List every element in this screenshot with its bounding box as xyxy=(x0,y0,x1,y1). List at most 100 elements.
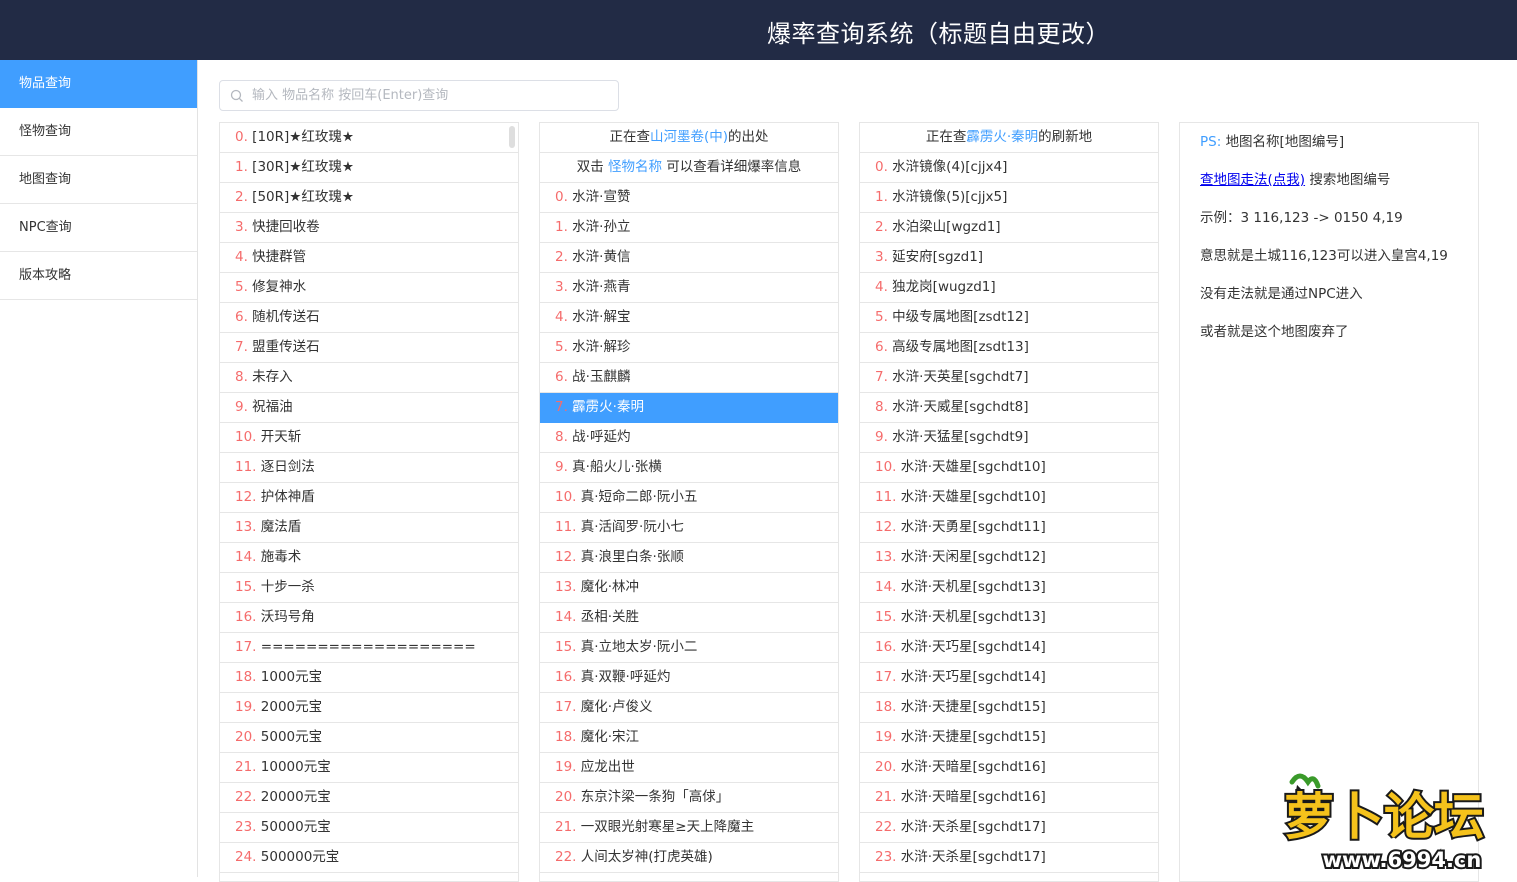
item-list-row[interactable]: 1. [30R]★红玫瑰★ xyxy=(220,153,518,183)
item-list-row[interactable]: 11. 逐日剑法 xyxy=(220,453,518,483)
item-list-row[interactable]: 9. 祝福油 xyxy=(220,393,518,423)
map-list-row[interactable]: 18. 水浒·天捷星[sgchdt15] xyxy=(860,693,1158,723)
sidebar-item-map-query[interactable]: 地图查询 xyxy=(0,156,197,204)
row-label: 快捷回收卷 xyxy=(252,219,320,235)
monster-list-row[interactable]: 1. 水浒·孙立 xyxy=(540,213,838,243)
header-item-name: 山河墨卷(中) xyxy=(649,129,729,145)
scrollbar-thumb[interactable] xyxy=(509,126,515,148)
row-label: 水浒镜像(4)[cjjx4] xyxy=(892,159,1008,175)
map-list-row[interactable]: 8. 水浒·天威星[sgchdt8] xyxy=(860,393,1158,423)
map-list-row[interactable]: 10. 水浒·天雄星[sgchdt10] xyxy=(860,453,1158,483)
item-list-row[interactable]: 12. 护体神盾 xyxy=(220,483,518,513)
monster-list-row[interactable]: 3. 水浒·燕青 xyxy=(540,273,838,303)
sidebar-item-monster-query[interactable]: 怪物查询 xyxy=(0,108,197,156)
row-index: 19. xyxy=(235,699,261,715)
row-label: 随机传送石 xyxy=(252,309,320,325)
monster-list-row[interactable]: 21. 一双眼光射寒星≥天上降魔主 xyxy=(540,813,838,843)
sidebar-item-item-query[interactable]: 物品查询 xyxy=(0,60,197,108)
map-list-row[interactable]: 21. 水浒·天暗星[sgchdt16] xyxy=(860,783,1158,813)
map-list-row[interactable]: 20. 水浒·天暗星[sgchdt16] xyxy=(860,753,1158,783)
row-label: 10000元宝 xyxy=(260,759,331,775)
monster-list-row[interactable]: 13. 魔化·林冲 xyxy=(540,573,838,603)
monster-list-row[interactable]: 20. 东京汴梁一条狗「高俅」 xyxy=(540,783,838,813)
map-list-row[interactable]: 14. 水浒·天机星[sgchdt13] xyxy=(860,573,1158,603)
item-list-row[interactable]: 23. 50000元宝 xyxy=(220,813,518,843)
monster-list-row[interactable]: 15. 真·立地太岁·阮小二 xyxy=(540,633,838,663)
item-list-row[interactable]: 16. 沃玛号角 xyxy=(220,603,518,633)
monster-list-row[interactable]: 0. 水浒·宣赞 xyxy=(540,183,838,213)
item-list-row[interactable]: 14. 施毒术 xyxy=(220,543,518,573)
map-list-row[interactable]: 1. 水浒镜像(5)[cjjx5] xyxy=(860,183,1158,213)
sidebar-item-guide[interactable]: 版本攻略 xyxy=(0,252,197,300)
item-list-row[interactable]: 24. 500000元宝 xyxy=(220,843,518,873)
map-list-row[interactable]: 23. 水浒·天杀星[sgchdt17] xyxy=(860,843,1158,873)
item-list-row[interactable]: 19. 2000元宝 xyxy=(220,693,518,723)
monster-list-row[interactable]: 9. 真·船火儿·张横 xyxy=(540,453,838,483)
monster-list-row[interactable]: 4. 水浒·解宝 xyxy=(540,303,838,333)
monster-list-row[interactable]: 6. 战·玉麒麟 xyxy=(540,363,838,393)
monster-list-row[interactable]: 18. 魔化·宋江 xyxy=(540,723,838,753)
monster-list-row[interactable]: 8. 战·呼延灼 xyxy=(540,423,838,453)
map-list-row[interactable]: 15. 水浒·天机星[sgchdt13] xyxy=(860,603,1158,633)
item-list-row[interactable]: 13. 魔法盾 xyxy=(220,513,518,543)
item-list-row[interactable]: 21. 10000元宝 xyxy=(220,753,518,783)
search-input[interactable] xyxy=(252,81,612,110)
item-list-row[interactable]: 20. 5000元宝 xyxy=(220,723,518,753)
monster-list-row[interactable]: 12. 真·浪里白条·张顺 xyxy=(540,543,838,573)
row-index: 16. xyxy=(555,669,581,685)
monster-list-row[interactable]: 22. 人间太岁神(打虎英雄) xyxy=(540,843,838,873)
map-list-row[interactable]: 0. 水浒镜像(4)[cjjx4] xyxy=(860,153,1158,183)
monster-list-row[interactable]: 5. 水浒·解珍 xyxy=(540,333,838,363)
map-route-link[interactable]: 查地图走法(点我) xyxy=(1200,172,1305,188)
item-list-row[interactable]: 7. 盟重传送石 xyxy=(220,333,518,363)
item-list-row[interactable]: 15. 十步一杀 xyxy=(220,573,518,603)
map-list-row[interactable]: 12. 水浒·天勇星[sgchdt11] xyxy=(860,513,1158,543)
monster-list-row[interactable]: 16. 真·双鞭·呼延灼 xyxy=(540,663,838,693)
map-list-row[interactable]: 3. 延安府[sgzd1] xyxy=(860,243,1158,273)
item-list-row[interactable]: 5. 修复神水 xyxy=(220,273,518,303)
monster-list-row[interactable]: 14. 丞相·关胜 xyxy=(540,603,838,633)
item-list-row[interactable]: 6. 随机传送石 xyxy=(220,303,518,333)
map-list-row[interactable]: 9. 水浒·天猛星[sgchdt9] xyxy=(860,423,1158,453)
map-list-row[interactable]: 2. 水泊梁山[wgzd1] xyxy=(860,213,1158,243)
sidebar-item-npc-query[interactable]: NPC查询 xyxy=(0,204,197,252)
item-list-row[interactable]: 4. 快捷群管 xyxy=(220,243,518,273)
item-list-row[interactable]: 22. 20000元宝 xyxy=(220,783,518,813)
search-box[interactable] xyxy=(219,80,619,111)
row-label: 修复神水 xyxy=(252,279,307,295)
row-label: 战·呼延灼 xyxy=(572,429,631,445)
map-list-row[interactable]: 19. 水浒·天捷星[sgchdt15] xyxy=(860,723,1158,753)
item-list-row[interactable]: 0. [10R]★红玫瑰★ xyxy=(220,123,518,153)
item-list-row[interactable]: 2. [50R]★红玫瑰★ xyxy=(220,183,518,213)
row-label: =================== xyxy=(260,639,476,655)
item-list-row[interactable]: 10. 开天斩 xyxy=(220,423,518,453)
item-list-row[interactable]: 8. 未存入 xyxy=(220,363,518,393)
monster-list-row[interactable]: 11. 真·活阎罗·阮小七 xyxy=(540,513,838,543)
map-list-row[interactable]: 4. 独龙岗[wugzd1] xyxy=(860,273,1158,303)
row-label: 中级专属地图[zsdt12] xyxy=(892,309,1029,325)
map-list-row[interactable]: 16. 水浒·天巧星[sgchdt14] xyxy=(860,633,1158,663)
row-index: 7. xyxy=(235,339,253,355)
monster-list-row[interactable]: 17. 魔化·卢俊义 xyxy=(540,693,838,723)
row-index: 9. xyxy=(235,399,253,415)
map-list-row[interactable]: 5. 中级专属地图[zsdt12] xyxy=(860,303,1158,333)
item-list-row[interactable]: 3. 快捷回收卷 xyxy=(220,213,518,243)
map-list-row[interactable]: 6. 高级专属地图[zsdt13] xyxy=(860,333,1158,363)
row-label: 水浒·天捷星[sgchdt15] xyxy=(900,699,1046,715)
monster-list-row[interactable]: 2. 水浒·黄信 xyxy=(540,243,838,273)
map-list-row[interactable]: 17. 水浒·天巧星[sgchdt14] xyxy=(860,663,1158,693)
row-index: 23. xyxy=(875,849,901,865)
info-example: 示例：3 116,123 -> 0150 4,19 xyxy=(1200,210,1403,226)
item-list-row[interactable]: 17. =================== xyxy=(220,633,518,663)
map-list-row[interactable]: 13. 水浒·天闲星[sgchdt12] xyxy=(860,543,1158,573)
map-list-row[interactable]: 22. 水浒·天杀星[sgchdt17] xyxy=(860,813,1158,843)
item-list-row[interactable]: 18. 1000元宝 xyxy=(220,663,518,693)
map-list-row[interactable]: 7. 水浒·天英星[sgchdt7] xyxy=(860,363,1158,393)
map-list-row[interactable]: 11. 水浒·天雄星[sgchdt10] xyxy=(860,483,1158,513)
info-ps-line: PS: 地图名称[地图编号] xyxy=(1200,130,1344,150)
monster-list-row[interactable]: 19. 应龙出世 xyxy=(540,753,838,783)
row-label: 应龙出世 xyxy=(580,759,635,775)
monster-list-row[interactable]: 10. 真·短命二郎·阮小五 xyxy=(540,483,838,513)
monster-list-row[interactable]: 7. 霹雳火·秦明 xyxy=(540,393,838,423)
row-index: 14. xyxy=(235,549,261,565)
